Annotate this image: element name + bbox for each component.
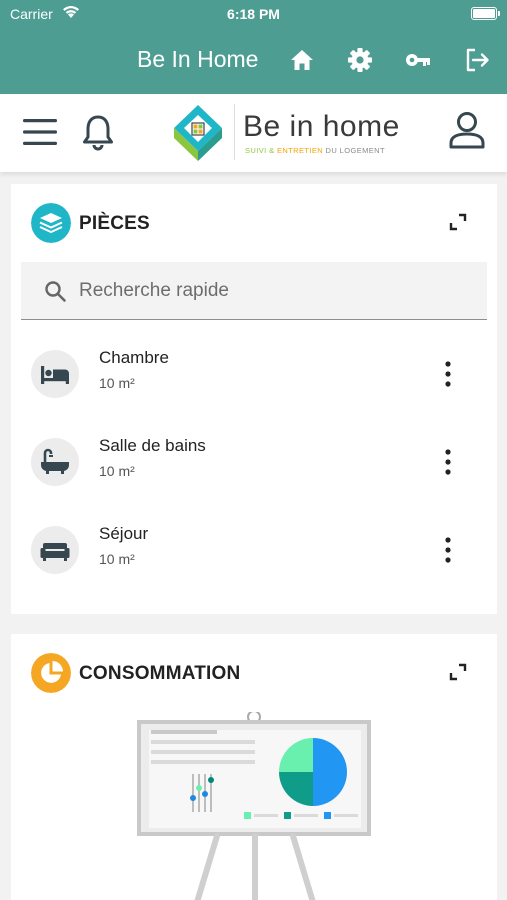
user-profile-icon[interactable] [448,110,486,150]
status-bar: Carrier 6:18 PM [0,0,507,28]
logout-icon[interactable] [463,46,491,74]
battery-icon [471,7,500,20]
gear-icon[interactable] [346,46,374,74]
app-header: Carrier 6:18 PM Be In Home [0,0,507,94]
consommation-title: CONSOMMATION [79,663,241,684]
search-icon [45,281,66,302]
bathtub-icon [41,448,69,474]
logo-tagline-part: SUIVI & [245,146,277,155]
room-name: Séjour [99,524,149,543]
logo-tagline-part: DU LOGEMENT [323,146,385,155]
expand-icon[interactable] [449,213,467,231]
logo-tagline-part: ENTRETIEN [276,146,324,155]
room-avatar [31,350,79,398]
logo-tagline: SUIVI & ENTRETIEN DU LOGEMENT [245,146,385,155]
rooms-icon [31,203,71,243]
expand-icon[interactable] [449,663,467,681]
logo-separator [234,104,235,160]
pie-chart-icon [31,653,71,693]
room-name: Chambre [99,348,169,367]
bed-icon [41,366,69,384]
key-icon[interactable] [404,46,432,74]
room-name: Salle de bains [99,436,206,455]
room-item-salle-de-bains[interactable]: Salle de bains 10 m² [11,427,497,503]
room-area: 10 m² [99,375,135,391]
room-item-chambre[interactable]: Chambre 10 m² [11,339,497,415]
quick-search-field[interactable] [21,262,487,320]
room-area: 10 m² [99,551,135,567]
logo-wordmark: Be in home [243,110,400,143]
room-item-sejour[interactable]: Séjour 10 m² [11,515,497,591]
sofa-icon [40,543,70,561]
pieces-title: PIÈCES [79,213,150,234]
more-options-icon[interactable] [435,533,461,567]
hamburger-menu-icon[interactable] [22,116,58,148]
pieces-card: PIÈCES Chambre 10 m² [11,184,497,614]
home-icon[interactable] [288,46,316,74]
app-title: Be In Home [137,46,259,72]
search-input[interactable] [79,278,459,304]
room-avatar [31,438,79,486]
more-options-icon[interactable] [435,445,461,479]
room-avatar [31,526,79,574]
consommation-card: CONSOMMATION [11,634,497,900]
dashboard-board-illustration [137,712,371,900]
room-area: 10 m² [99,463,135,479]
more-options-icon[interactable] [435,357,461,391]
status-time: 6:18 PM [227,6,280,22]
bell-icon[interactable] [80,113,116,151]
